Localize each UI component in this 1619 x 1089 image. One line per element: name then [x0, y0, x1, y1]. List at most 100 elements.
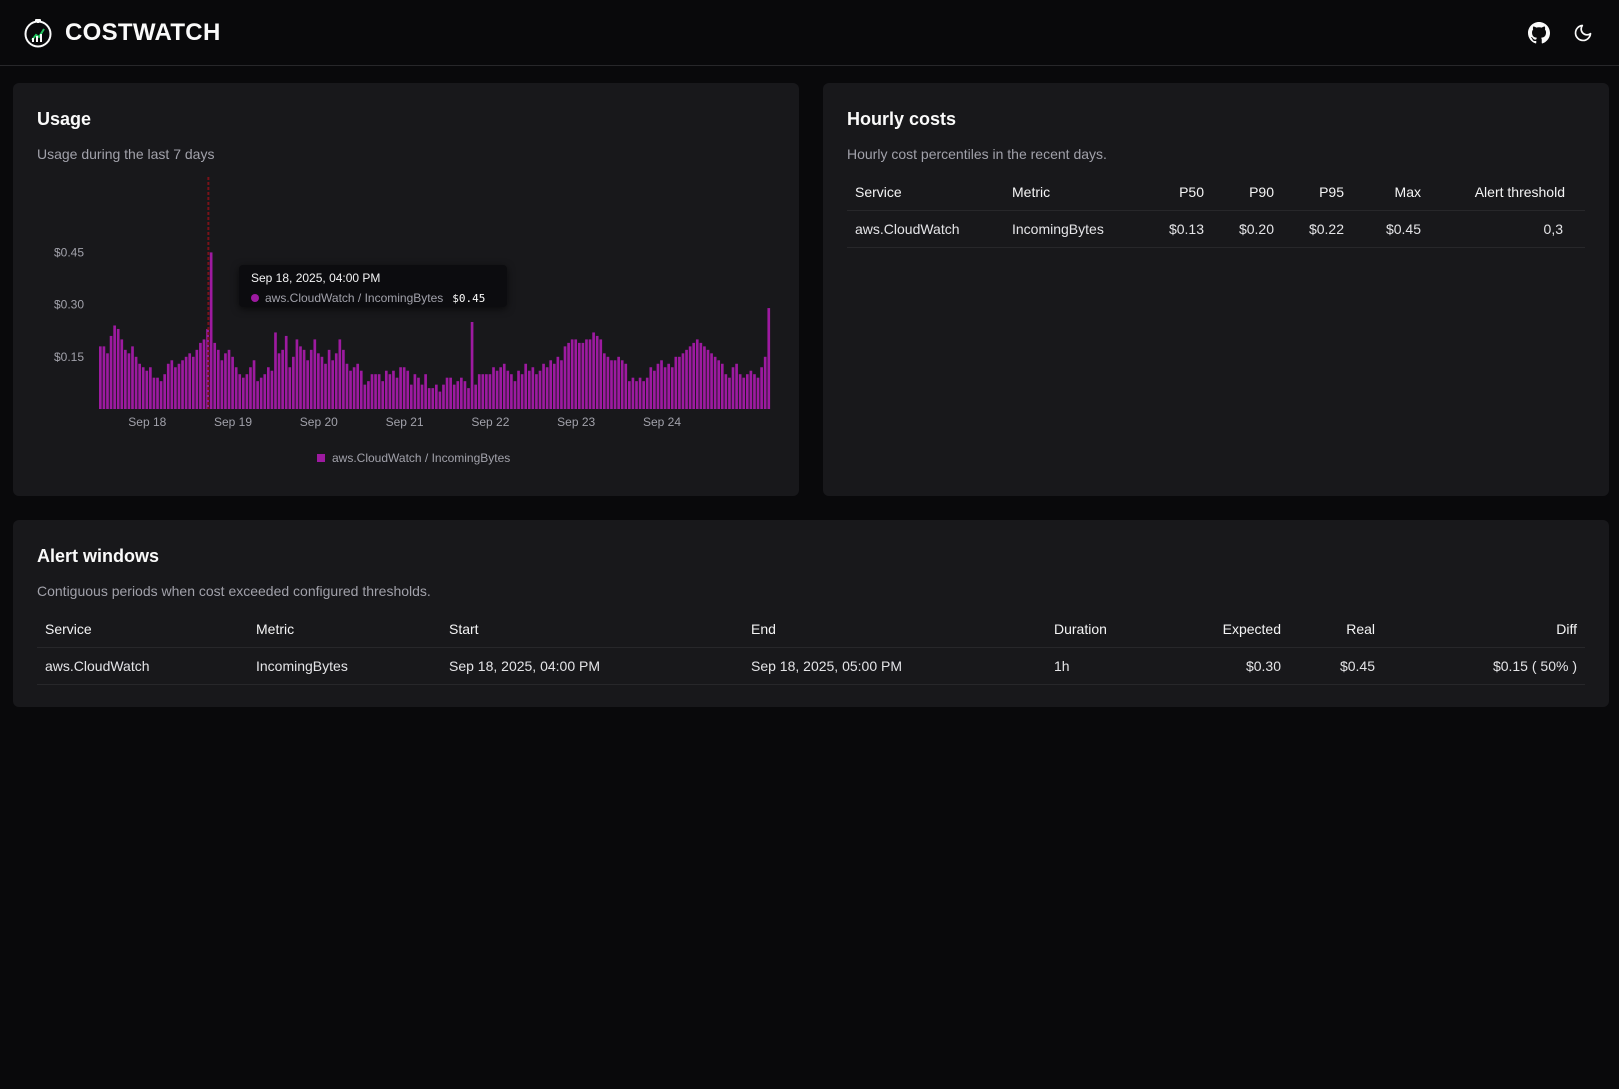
chart-bar[interactable] [474, 384, 477, 409]
chart-bar[interactable] [678, 356, 681, 409]
chart-bar[interactable] [635, 381, 638, 409]
chart-bar[interactable] [488, 374, 492, 409]
chart-bar[interactable] [402, 367, 406, 409]
chart-bar[interactable] [485, 374, 488, 409]
chart-bar[interactable] [213, 342, 217, 409]
chart-bar[interactable] [570, 339, 574, 409]
chart-bar[interactable] [524, 363, 528, 409]
chart-bar[interactable] [653, 370, 656, 409]
chart-bar[interactable] [420, 384, 424, 409]
chart-bar[interactable] [592, 332, 595, 409]
chart-bar[interactable] [631, 377, 635, 409]
chart-bar[interactable] [152, 377, 156, 409]
chart-bar[interactable] [231, 356, 234, 409]
chart-bar[interactable] [384, 370, 388, 409]
chart-bar[interactable] [166, 363, 170, 409]
chart-bar[interactable] [745, 374, 749, 409]
chart-bar[interactable] [113, 325, 116, 409]
moon-icon[interactable] [1570, 20, 1596, 46]
chart-bar[interactable] [674, 356, 678, 409]
chart-bar[interactable] [163, 374, 167, 409]
chart-bar[interactable] [399, 367, 402, 409]
chart-bar[interactable] [277, 353, 281, 409]
chart-bar[interactable] [749, 370, 753, 409]
chart-bar[interactable] [599, 339, 603, 409]
chart-bar[interactable] [688, 346, 692, 409]
chart-bar[interactable] [417, 377, 420, 409]
chart-bar[interactable] [763, 356, 767, 409]
chart-bar[interactable] [288, 367, 292, 409]
chart-bar[interactable] [456, 381, 460, 409]
chart-bar[interactable] [124, 349, 127, 409]
chart-bar[interactable] [713, 356, 717, 409]
chart-bar[interactable] [510, 374, 513, 409]
chart-bar[interactable] [638, 377, 642, 409]
chart-bar[interactable] [116, 328, 120, 409]
chart-bar[interactable] [184, 356, 188, 409]
chart-bar[interactable] [392, 370, 395, 409]
chart-bar[interactable] [209, 252, 213, 409]
chart-bar[interactable] [409, 384, 413, 409]
chart-bar[interactable] [299, 346, 302, 409]
chart-bar[interactable] [435, 384, 438, 409]
chart-bar[interactable] [756, 377, 760, 409]
chart-bar[interactable] [567, 342, 570, 409]
chart-bar[interactable] [620, 360, 624, 409]
chart-bar[interactable] [309, 349, 313, 409]
chart-bar[interactable] [252, 360, 256, 409]
chart-bar[interactable] [502, 363, 506, 409]
chart-bar[interactable] [595, 335, 599, 409]
chart-bar[interactable] [427, 388, 431, 409]
chart-bar[interactable] [352, 367, 356, 409]
chart-bar[interactable] [263, 374, 267, 409]
chart-bar[interactable] [295, 339, 299, 409]
chart-bar[interactable] [710, 353, 713, 409]
chart-bar[interactable] [406, 370, 410, 409]
chart-bar[interactable] [767, 308, 771, 409]
chart-bar[interactable] [735, 363, 738, 409]
chart-bar[interactable] [545, 367, 549, 409]
chart-bar[interactable] [274, 332, 277, 409]
chart-bar[interactable] [645, 377, 649, 409]
chart-bar[interactable] [270, 370, 274, 409]
chart-bar[interactable] [317, 353, 320, 409]
chart-bar[interactable] [445, 377, 449, 409]
chart-bar[interactable] [413, 374, 417, 409]
chart-bar[interactable] [492, 367, 495, 409]
chart-bar[interactable] [349, 370, 352, 409]
chart-bar[interactable] [542, 363, 545, 409]
chart-bar[interactable] [241, 377, 245, 409]
chart-bar[interactable] [720, 363, 724, 409]
chart-bar[interactable] [470, 322, 474, 409]
chart-bar[interactable] [199, 342, 202, 409]
chart-bar[interactable] [245, 374, 249, 409]
chart-bar[interactable] [395, 377, 399, 409]
chart-bar[interactable] [681, 353, 685, 409]
chart-bar[interactable] [345, 363, 349, 409]
chart-bar[interactable] [699, 342, 703, 409]
chart-bar[interactable] [141, 367, 145, 409]
chart-bar[interactable] [363, 384, 367, 409]
chart-bar[interactable] [313, 339, 317, 409]
chart-bar[interactable] [563, 346, 567, 409]
chart-bar[interactable] [517, 370, 520, 409]
chart-bar[interactable] [191, 356, 195, 409]
chart-bar[interactable] [424, 374, 427, 409]
chart-bar[interactable] [667, 363, 671, 409]
chart-bar[interactable] [131, 346, 134, 409]
chart-bar[interactable] [334, 353, 338, 409]
chart-bar[interactable] [227, 349, 231, 409]
chart-bar[interactable] [670, 367, 674, 409]
chart-bar[interactable] [649, 367, 653, 409]
chart-bar[interactable] [663, 367, 667, 409]
chart-bar[interactable] [703, 346, 706, 409]
chart-bar[interactable] [120, 339, 124, 409]
chart-bar[interactable] [477, 374, 481, 409]
chart-bar[interactable] [513, 381, 517, 409]
chart-bar[interactable] [535, 374, 538, 409]
chart-bar[interactable] [628, 381, 631, 409]
chart-bar[interactable] [381, 381, 385, 409]
chart-bar[interactable] [449, 377, 452, 409]
chart-bar[interactable] [195, 349, 199, 409]
chart-bar[interactable] [327, 349, 331, 409]
